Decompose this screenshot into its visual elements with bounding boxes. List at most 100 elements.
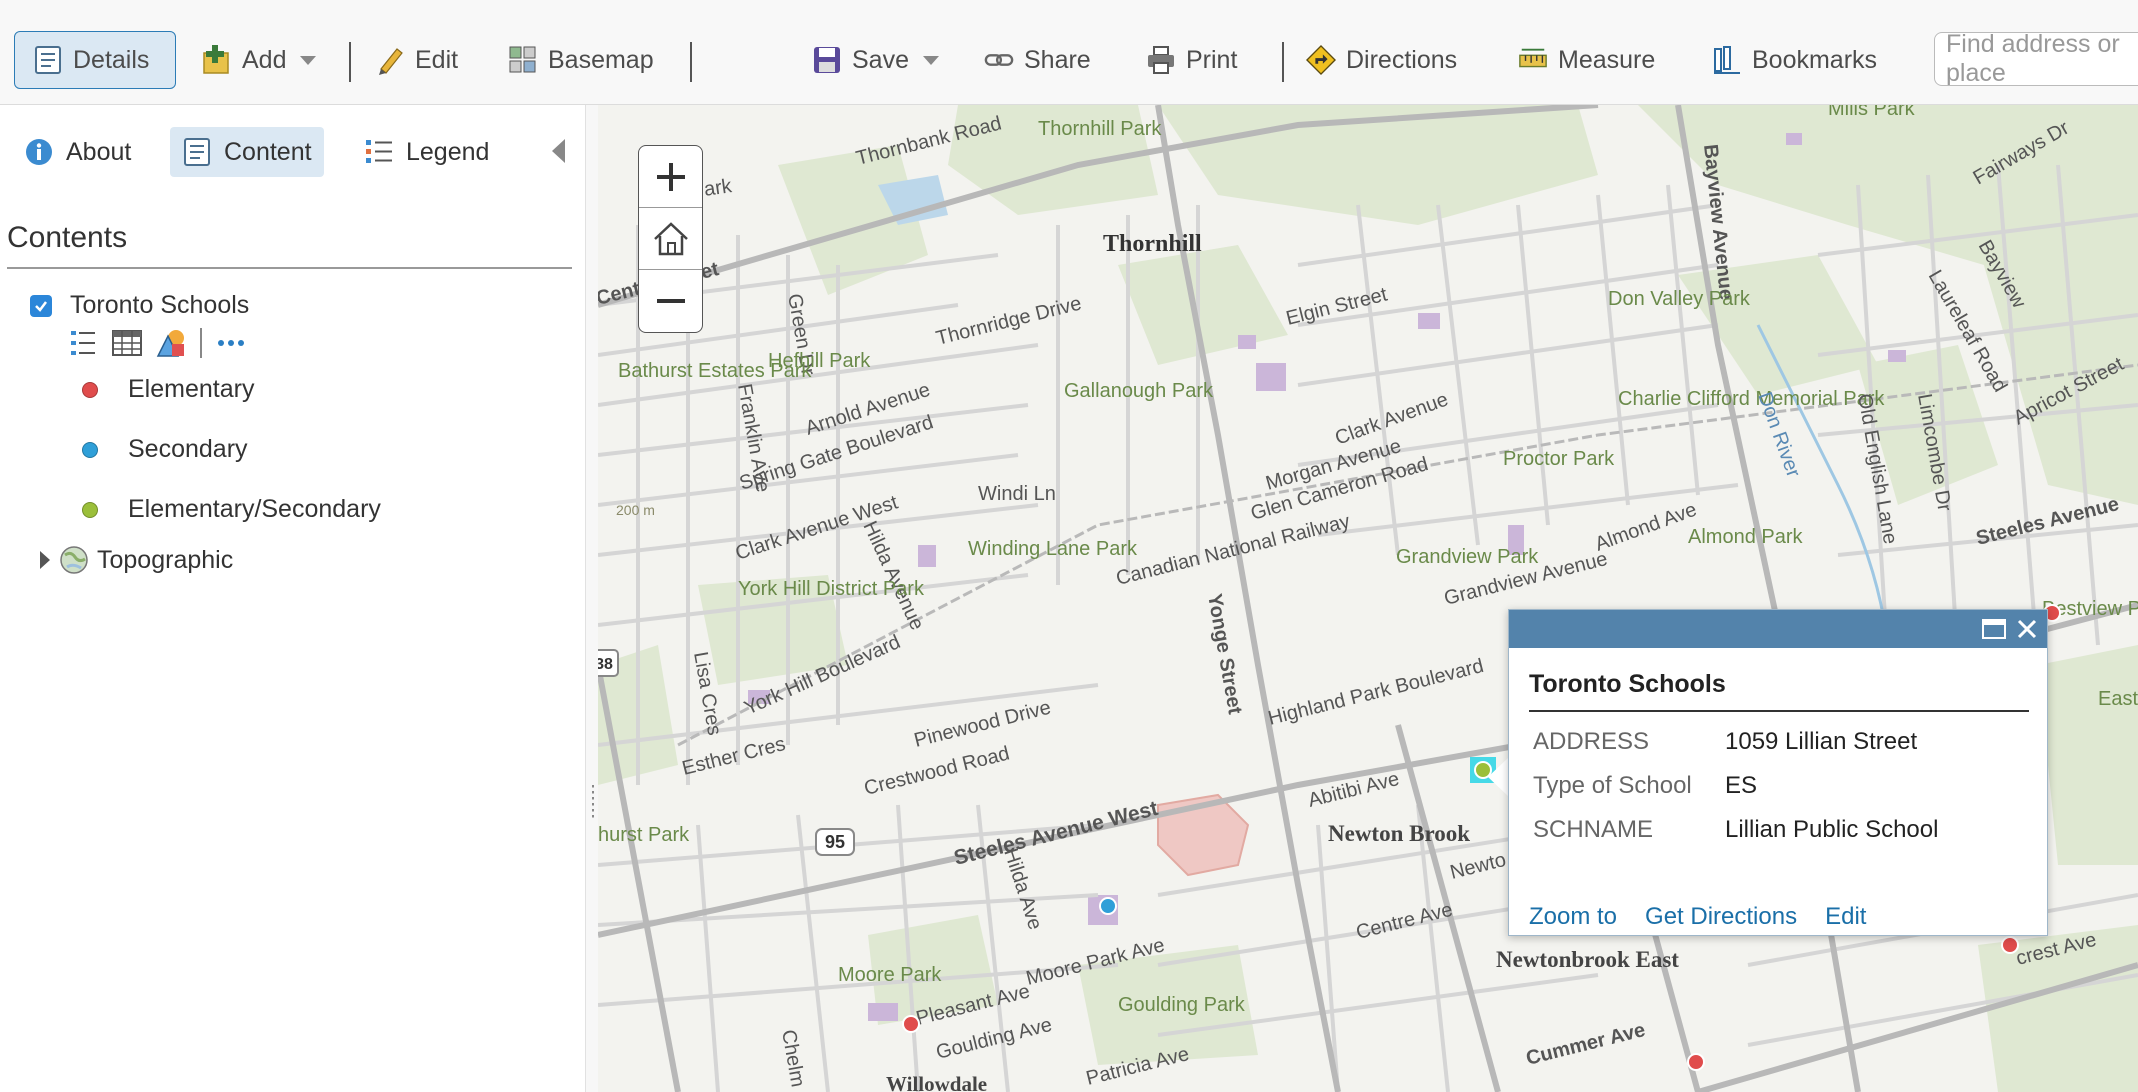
topographic-label: Topographic xyxy=(97,545,234,574)
directions-button[interactable]: Directions xyxy=(1306,31,1457,89)
legend-label: Elementary/Secondary xyxy=(128,495,381,523)
toolbar-divider xyxy=(690,42,692,82)
share-button[interactable]: Share xyxy=(984,31,1091,89)
legend-label: Elementary xyxy=(128,375,255,403)
school-marker-elementary[interactable] xyxy=(1687,1053,1705,1071)
print-label: Print xyxy=(1186,45,1238,74)
school-marker-elementary[interactable] xyxy=(902,1015,920,1033)
collapse-panel-icon[interactable] xyxy=(552,139,565,163)
details-icon xyxy=(33,45,63,75)
tab-about-label: About xyxy=(66,137,132,166)
popup-title: Toronto Schools xyxy=(1529,670,1726,698)
tab-legend[interactable]: Legend xyxy=(352,127,501,177)
label-east-don-parkland: East Don Parkland xyxy=(2098,688,2138,710)
maximize-icon[interactable] xyxy=(1981,616,2007,642)
school-marker-secondary[interactable] xyxy=(1099,897,1117,915)
zoom-to-link[interactable]: Zoom to xyxy=(1529,903,1617,931)
zoom-control xyxy=(638,145,703,333)
layer-toronto-schools[interactable]: Toronto Schools xyxy=(30,291,249,320)
edit-link[interactable]: Edit xyxy=(1825,903,1866,931)
add-button[interactable]: Add xyxy=(202,31,317,89)
attribute-value: 1059 Lillian Street xyxy=(1725,728,1918,755)
label-elgin-street: Elgin Street xyxy=(1284,283,1390,329)
bookmarks-button[interactable]: Bookmarks xyxy=(1712,31,1877,89)
info-icon xyxy=(24,137,54,167)
label-windi-ln: Windi Ln xyxy=(978,483,1056,505)
legend-list-icon xyxy=(364,137,394,167)
attribute-key: SCHNAME xyxy=(1533,816,1654,843)
label-proctor-park: Proctor Park xyxy=(1503,448,1615,470)
attribute-key: ADDRESS xyxy=(1533,728,1650,755)
measure-label: Measure xyxy=(1558,45,1656,74)
label-newton-partial: Newto xyxy=(1448,849,1508,884)
zoom-out-button[interactable] xyxy=(639,270,702,332)
more-options-icon[interactable] xyxy=(216,328,246,358)
contents-divider xyxy=(7,267,572,269)
show-legend-icon[interactable] xyxy=(68,328,98,358)
add-label: Add xyxy=(242,45,287,74)
panel-splitter[interactable] xyxy=(586,105,598,1092)
tab-content[interactable]: Content xyxy=(170,127,324,177)
printer-icon xyxy=(1146,45,1176,75)
edit-label: Edit xyxy=(415,45,459,74)
top-toolbar: Details Add Edit Basemap Save Share Prin… xyxy=(0,0,2138,105)
layer-topographic[interactable]: Topographic xyxy=(40,545,233,575)
add-caret-icon xyxy=(300,55,317,65)
directions-sign-icon xyxy=(1306,44,1336,76)
label-elevation-200m: 200 m xyxy=(616,502,655,518)
label-winding-lane-park: Winding Lane Park xyxy=(968,538,1138,560)
link-icon xyxy=(984,45,1014,75)
basemap-button[interactable]: Basemap xyxy=(508,31,654,89)
label-hurst-park: hurst Park xyxy=(598,824,690,846)
label-highland-park-boulevard: Highland Park Boulevard xyxy=(1266,655,1486,730)
splitter-grip-icon[interactable] xyxy=(592,785,594,821)
label-thornhill-park: Thornhill Park xyxy=(1038,118,1162,140)
zoom-in-button[interactable] xyxy=(639,146,702,208)
attribute-row: SCHNAME Lillian Public School xyxy=(1533,816,1938,844)
label-yonge-street: Yonge Street xyxy=(1203,592,1246,716)
popup-header xyxy=(1509,610,2047,648)
minus-icon xyxy=(656,299,685,303)
expand-arrow-icon[interactable] xyxy=(40,551,50,569)
label-willowdale: Willowdale xyxy=(886,1072,987,1092)
tab-content-label: Content xyxy=(224,137,312,166)
save-label: Save xyxy=(852,45,909,74)
attribute-value: ES xyxy=(1725,772,1758,799)
details-button[interactable]: Details xyxy=(14,31,176,89)
label-gallanough-park: Gallanough Park xyxy=(1064,380,1214,402)
label-goulding-park: Goulding Park xyxy=(1118,994,1246,1016)
label-hilda-avenue: Hilda Avenue xyxy=(858,518,928,634)
save-button[interactable]: Save xyxy=(812,31,939,89)
pencil-icon xyxy=(375,45,405,75)
layer-visibility-checkbox[interactable] xyxy=(30,294,52,317)
plus-icon xyxy=(656,162,685,191)
label-steeles-avenue: Steeles Avenue xyxy=(1974,493,2121,550)
attribute-row: Type of School ES xyxy=(1533,772,1757,800)
label-charlie-clifford-memorial-park: Charlie Clifford Memorial Park xyxy=(1618,388,1885,410)
attribute-table-icon[interactable] xyxy=(112,328,142,358)
find-address-input[interactable]: Find address or place xyxy=(1934,32,2138,86)
measure-button[interactable]: Measure xyxy=(1518,31,1655,89)
label-mills-park: Mills Park xyxy=(1828,105,1916,120)
school-marker-elementary[interactable] xyxy=(2001,936,2019,954)
feature-popup: Toronto Schools ADDRESS 1059 Lillian Str… xyxy=(1508,609,2048,936)
bookmarks-label: Bookmarks xyxy=(1752,45,1878,74)
edit-button[interactable]: Edit xyxy=(375,31,458,89)
legend-item-secondary: Secondary xyxy=(82,435,248,464)
map-view[interactable]: 95 38 Thornbank Road Thornhill Park Thor… xyxy=(598,105,2138,1092)
save-caret-icon xyxy=(922,55,939,65)
label-grandview-park: Grandview Park xyxy=(1396,546,1539,568)
close-icon[interactable] xyxy=(2014,616,2040,642)
print-button[interactable]: Print xyxy=(1146,31,1237,89)
home-icon xyxy=(653,221,688,255)
basemap-globe-icon xyxy=(60,546,88,574)
basemap-grid-icon xyxy=(508,45,538,75)
get-directions-link[interactable]: Get Directions xyxy=(1645,903,1797,931)
save-disk-icon xyxy=(812,45,842,75)
attribute-row: ADDRESS 1059 Lillian Street xyxy=(1533,728,1917,756)
change-style-icon[interactable] xyxy=(156,328,186,358)
layer-tools xyxy=(68,323,246,363)
secondary-swatch xyxy=(82,441,98,458)
tab-about[interactable]: About xyxy=(12,127,143,177)
home-button[interactable] xyxy=(639,208,702,270)
